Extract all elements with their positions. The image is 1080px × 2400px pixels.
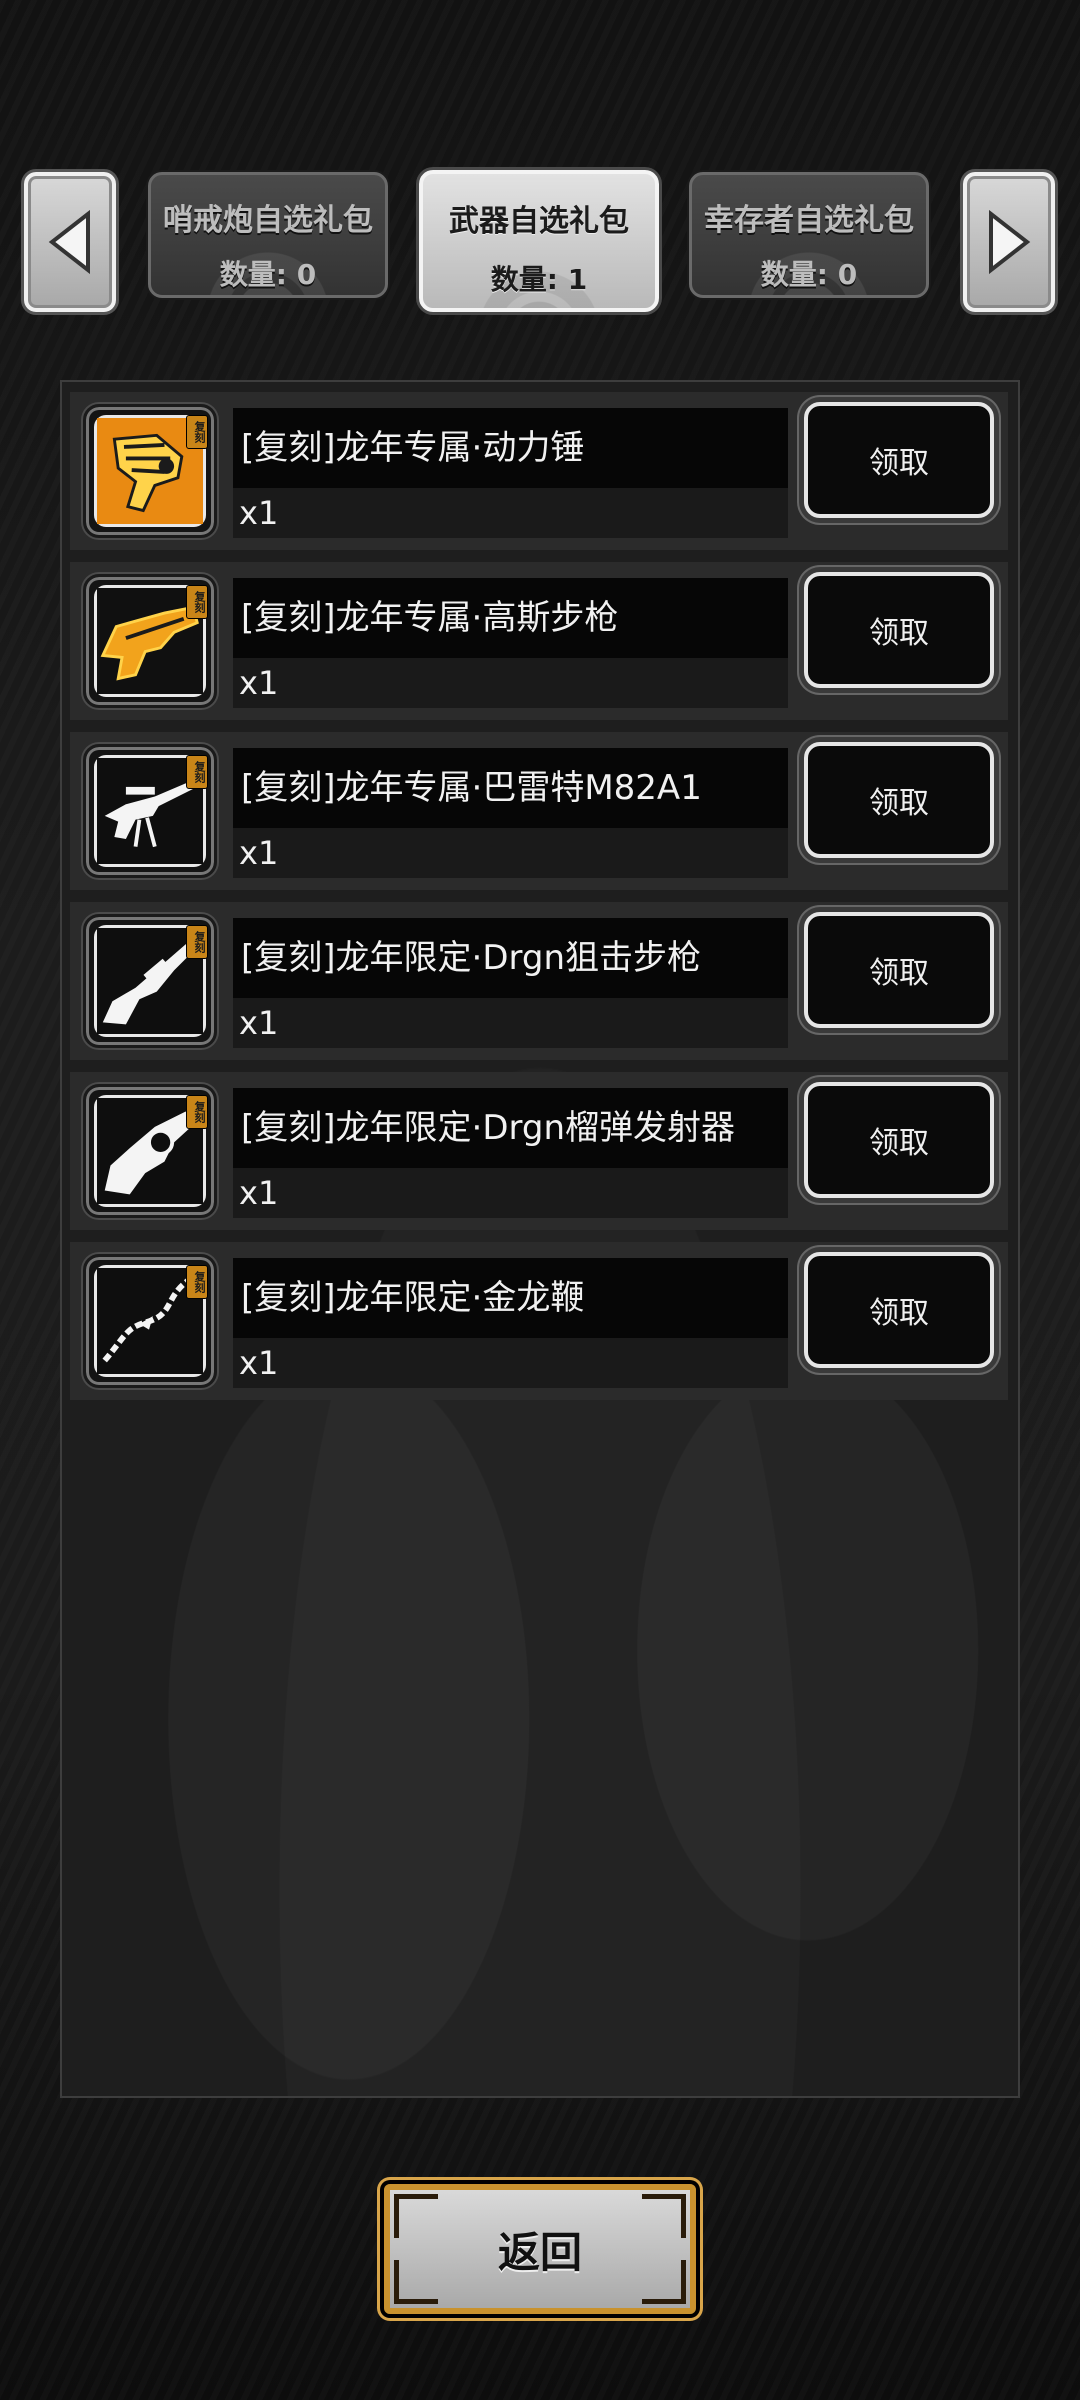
tab-title: 武器自选礼包: [449, 204, 629, 239]
item-icon-frame: 复刻: [83, 744, 217, 878]
item-icon-frame: 复刻: [83, 574, 217, 708]
list-item: 复刻 [复刻]龙年限定·Drgn狙击步枪 x1 领取: [70, 902, 1008, 1060]
back-button[interactable]: 返回: [384, 2184, 696, 2314]
list-item: 复刻 [复刻]龙年限定·金龙鞭 x1 领取: [70, 1242, 1008, 1400]
list-item: 复刻 [复刻]龙年专属·高斯步枪 x1 领取: [70, 562, 1008, 720]
list-item: 复刻 [复刻]龙年限定·Drgn榴弹发射器 x1 领取: [70, 1072, 1008, 1230]
item-quantity: x1: [233, 998, 788, 1048]
next-tab-button[interactable]: [963, 172, 1055, 312]
triangle-left-icon: [48, 210, 90, 274]
item-name: [复刻]龙年专属·动力锤: [233, 408, 788, 488]
item-icon-frame: 复刻: [83, 1084, 217, 1218]
claim-button[interactable]: 领取: [804, 572, 994, 688]
item-name: [复刻]龙年专属·高斯步枪: [233, 578, 788, 658]
item-quantity: x1: [233, 658, 788, 708]
claim-button[interactable]: 领取: [804, 742, 994, 858]
previous-tab-button[interactable]: [24, 172, 116, 312]
tab-count: 数量: 0: [219, 258, 317, 291]
tab-weapon-pack[interactable]: 武器自选礼包 数量: 1: [419, 170, 659, 312]
item-icon-frame: 复刻: [83, 914, 217, 1048]
claim-button[interactable]: 领取: [804, 1082, 994, 1198]
item-quantity: x1: [233, 828, 788, 878]
item-icon-frame: 复刻: [83, 404, 217, 538]
item-quantity: x1: [233, 1338, 788, 1388]
rerun-badge: 复刻: [186, 585, 208, 619]
item-quantity: x1: [233, 488, 788, 538]
item-name: [复刻]龙年限定·Drgn狙击步枪: [233, 918, 788, 998]
rerun-badge: 复刻: [186, 415, 208, 449]
list-item: 复刻 [复刻]龙年专属·动力锤 x1 领取: [70, 392, 1008, 550]
item-quantity: x1: [233, 1168, 788, 1218]
list-item: 复刻 [复刻]龙年专属·巴雷特M82A1 x1 领取: [70, 732, 1008, 890]
item-name: [复刻]龙年限定·Drgn榴弹发射器: [233, 1088, 788, 1168]
tab-survivor-pack[interactable]: 幸存者自选礼包 数量: 0: [689, 172, 929, 298]
item-icon-frame: 复刻: [83, 1254, 217, 1388]
tab-count: 数量: 1: [490, 263, 588, 296]
corner-ornament: [642, 2260, 686, 2304]
tab-title: 幸存者自选礼包: [704, 203, 914, 238]
claim-button[interactable]: 领取: [804, 1252, 994, 1368]
corner-ornament: [394, 2194, 438, 2238]
rerun-badge: 复刻: [186, 1095, 208, 1129]
tab-count: 数量: 0: [760, 258, 858, 291]
back-button-label: 返回: [497, 2227, 582, 2277]
corner-ornament: [394, 2260, 438, 2304]
corner-ornament: [642, 2194, 686, 2238]
tab-sentry-gun-pack[interactable]: 哨戒炮自选礼包 数量: 0: [148, 172, 388, 298]
item-name: [复刻]龙年专属·巴雷特M82A1: [233, 748, 788, 828]
item-name: [复刻]龙年限定·金龙鞭: [233, 1258, 788, 1338]
rerun-badge: 复刻: [186, 1265, 208, 1299]
tab-title: 哨戒炮自选礼包: [163, 203, 373, 238]
triangle-right-icon: [989, 210, 1031, 274]
claim-button[interactable]: 领取: [804, 912, 994, 1028]
rerun-badge: 复刻: [186, 925, 208, 959]
rerun-badge: 复刻: [186, 755, 208, 789]
claim-button[interactable]: 领取: [804, 402, 994, 518]
